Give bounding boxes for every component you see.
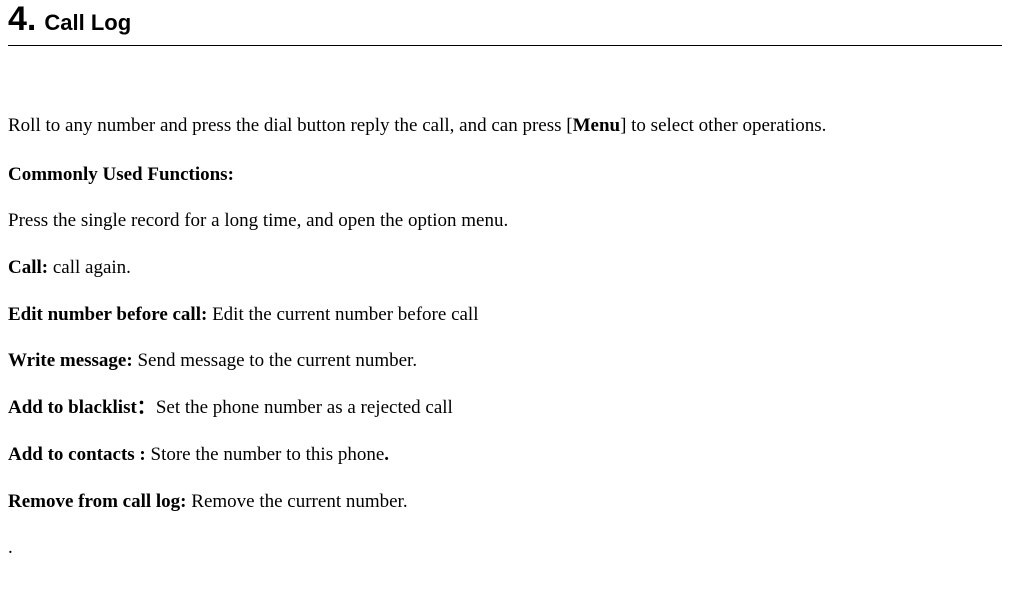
function-item-edit-number: Edit number before call: Edit the curren… [8, 303, 1002, 328]
intro-prefix: Roll to any number and press the dial bu… [8, 115, 573, 136]
function-desc: call again. [48, 257, 131, 278]
function-desc: Edit the current number before call [207, 304, 478, 325]
function-item-call: Call: call again. [8, 256, 1002, 281]
intro-paragraph: Roll to any number and press the dial bu… [8, 114, 1002, 139]
function-desc: Store the number to this phone [146, 444, 385, 465]
function-label: Add to blacklist： [8, 397, 156, 418]
page-container: 4. Call Log Roll to any number and press… [0, 0, 1010, 561]
function-label: Call: [8, 257, 48, 278]
function-item-remove-log: Remove from call log: Remove the current… [8, 490, 1002, 515]
function-label: Remove from call log: [8, 491, 187, 512]
longpress-paragraph: Press the single record for a long time,… [8, 209, 1002, 234]
function-label: Edit number before call: [8, 304, 207, 325]
function-label: Write message: [8, 350, 133, 371]
function-item-add-contacts: Add to contacts : Store the number to th… [8, 443, 1002, 468]
section-number: 4. [8, 0, 36, 38]
trailing-dot-paragraph: . [8, 536, 1002, 561]
function-desc: Set the phone number as a rejected call [156, 397, 453, 418]
function-desc: Remove the current number. [187, 491, 408, 512]
function-trailing-bold: . [384, 444, 389, 465]
function-desc: Send message to the current number. [133, 350, 417, 371]
intro-suffix: ] to select other operations. [620, 115, 826, 136]
function-item-add-blacklist: Add to blacklist：Set the phone number as… [8, 396, 1002, 421]
section-header: 4. Call Log [8, 0, 1002, 46]
intro-menu-word: Menu [573, 115, 621, 136]
commonly-used-heading-text: Commonly Used Functions: [8, 164, 234, 185]
section-title: Call Log [44, 10, 131, 35]
commonly-used-heading: Commonly Used Functions: [8, 163, 1002, 188]
trailing-dot-text: . [8, 537, 13, 558]
content-body: Roll to any number and press the dial bu… [8, 114, 1002, 561]
function-label: Add to contacts : [8, 444, 146, 465]
longpress-text: Press the single record for a long time,… [8, 210, 508, 231]
function-item-write-message: Write message: Send message to the curre… [8, 349, 1002, 374]
